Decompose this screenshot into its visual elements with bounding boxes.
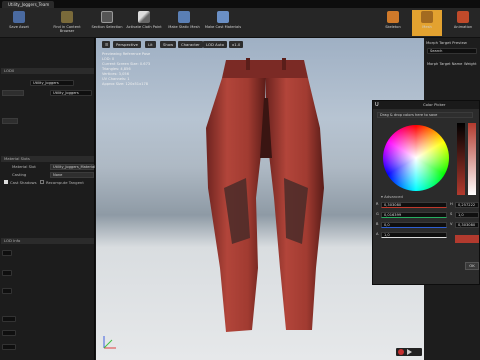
record-icon[interactable]: [398, 349, 404, 355]
material-slot-label: Material Slot: [12, 164, 36, 169]
saturation-input[interactable]: 1,0: [455, 212, 479, 218]
browse-icon: [61, 11, 73, 23]
material-slot-field[interactable]: Utility_Joggers: [30, 80, 74, 86]
details-panel: LOD0 Utility_Joggers Utility_Joggers Mat…: [0, 38, 95, 360]
mesh-mode-icon: [421, 11, 433, 23]
make-static-mesh-button[interactable]: Make Static Mesh: [165, 10, 203, 36]
small-dropdown[interactable]: [2, 118, 18, 124]
section-material-slots[interactable]: Material Slots: [1, 156, 94, 162]
tab-title: Utility_Joggers_Team: [8, 2, 50, 7]
alpha-channel-input[interactable]: 1,0: [381, 232, 447, 238]
mode-animation-label: Animation: [453, 25, 473, 29]
save-asset-label: Save Asset: [9, 25, 29, 29]
morph-name-column[interactable]: Morph Target Name: [427, 62, 462, 66]
lod-field-1[interactable]: [2, 250, 12, 256]
casting-label: Casting: [12, 172, 27, 177]
editor-tab[interactable]: Utility_Joggers_Team: [2, 1, 54, 8]
select-icon: [101, 11, 113, 23]
mode-tab-mesh[interactable]: Mesh: [412, 10, 442, 36]
morph-weight-column[interactable]: Weight: [464, 62, 477, 66]
color-themes-dropdown[interactable]: Drag & drop colors here to save: [377, 112, 473, 118]
advanced-label: ▾ Advanced: [381, 194, 403, 199]
section-lod-info[interactable]: LOD Info: [1, 238, 94, 244]
animation-icon: [457, 11, 469, 23]
section-selection-label: Section Selection: [91, 25, 123, 29]
value-slider[interactable]: [457, 123, 465, 195]
lod-field-3[interactable]: [2, 288, 12, 294]
waistband-shape: [222, 60, 308, 78]
mode-skeleton-label: Skeleton: [385, 25, 401, 29]
material-dropdown[interactable]: [2, 90, 24, 96]
skeleton-icon: [387, 11, 399, 23]
lod-field-4[interactable]: [2, 316, 16, 322]
hue-label: H: [450, 202, 453, 206]
cloth-paint-label: Activate Cloth Paint: [126, 25, 162, 29]
saturation-slider[interactable]: [468, 123, 476, 195]
value-input[interactable]: 0,303080: [455, 222, 479, 228]
channel-b-label: B: [376, 222, 379, 226]
play-icon[interactable]: [407, 349, 413, 355]
material-select[interactable]: Utility_Joggers_Material: [50, 164, 95, 170]
cast-shadows-checkbox[interactable]: [4, 180, 8, 184]
playback-controls: [396, 348, 422, 356]
mode-tab-skeleton[interactable]: Skeleton: [378, 10, 408, 36]
ok-button[interactable]: OK: [465, 262, 479, 270]
morph-target-title: Morph Target Preview: [426, 40, 467, 45]
brush-icon: [138, 11, 150, 23]
make-cast-materials-button[interactable]: Make Cast Materials: [204, 10, 242, 36]
hue-input[interactable]: 0,257222: [455, 202, 479, 208]
green-channel-input[interactable]: 0,016399: [381, 212, 447, 218]
mode-tab-animation[interactable]: Animation: [446, 10, 480, 36]
advanced-text: Advanced: [384, 194, 403, 199]
unreal-logo-icon: U: [375, 102, 379, 108]
belt-loop: [246, 58, 250, 70]
layers-icon: [217, 11, 229, 23]
recompute-tangent-text: Recompute Tangent: [46, 180, 84, 185]
recompute-tangent-checkbox[interactable]: [40, 180, 44, 184]
cast-shadows-text: Cast Shadows: [10, 180, 37, 185]
make-cast-materials-label: Make Cast Materials: [204, 25, 242, 29]
browse-button[interactable]: Find in Content Browser: [48, 10, 86, 36]
make-static-mesh-label: Make Static Mesh: [168, 25, 200, 29]
morph-search-input[interactable]: Search: [427, 48, 477, 54]
lod-field-6[interactable]: [2, 344, 16, 350]
channel-a-label: A: [376, 232, 379, 236]
axis-gizmo: [103, 336, 116, 349]
channel-g-label: G: [376, 212, 379, 216]
mesh-icon: [178, 11, 190, 23]
red-channel-input[interactable]: 0,303080: [381, 202, 447, 208]
saturation-label: S: [450, 212, 453, 216]
cast-shadows-label: Cast Shadows: [4, 180, 38, 187]
channel-r-label: R: [376, 202, 379, 206]
color-picker-titlebar[interactable]: U Color Picker: [373, 101, 479, 109]
slot-name-field[interactable]: Utility_Joggers: [50, 90, 92, 96]
section-lod0[interactable]: LOD0: [1, 68, 94, 74]
main-toolbar: Save Asset Find in Content Browser Secti…: [0, 8, 480, 38]
title-bar: Utility_Joggers_Team: [0, 0, 480, 8]
lod-field-2[interactable]: [2, 270, 12, 276]
save-asset-button[interactable]: Save Asset: [0, 10, 38, 36]
save-icon: [13, 11, 25, 23]
color-preview-swatch: [455, 235, 479, 243]
color-picker-dialog: U Color Picker Drag & drop colors here t…: [372, 100, 480, 285]
browse-label: Find in Content Browser: [53, 25, 81, 33]
blue-channel-input[interactable]: 0,0: [381, 222, 447, 228]
belt-loop: [282, 58, 286, 70]
value-label: V: [450, 222, 453, 226]
cloth-paint-button[interactable]: Activate Cloth Paint: [125, 10, 163, 36]
recompute-tangent-label: Recompute Tangent: [40, 180, 94, 187]
color-picker-title: Color Picker: [423, 102, 446, 107]
section-selection-button[interactable]: Section Selection: [88, 10, 126, 36]
casting-select[interactable]: None: [50, 172, 94, 178]
mode-mesh-label: Mesh: [422, 25, 432, 29]
color-wheel[interactable]: [383, 125, 449, 191]
lod-field-5[interactable]: [2, 330, 16, 336]
